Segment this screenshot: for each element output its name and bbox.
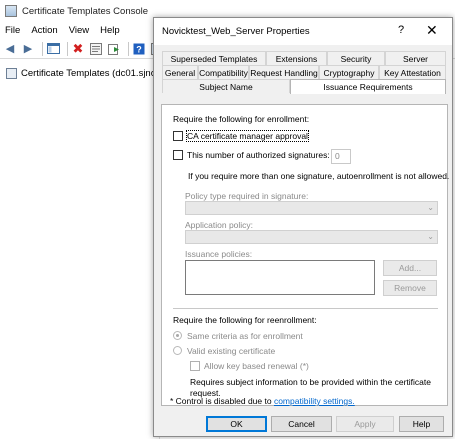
- section-divider: [173, 308, 438, 309]
- enrollment-heading: Require the following for enrollment:: [173, 114, 310, 124]
- tree-item-label: Certificate Templates (dc01.sjno: [21, 68, 156, 79]
- console-app-icon: [5, 5, 17, 17]
- close-icon[interactable]: ✕: [426, 22, 438, 39]
- requires-subject-line1: Requires subject information to be provi…: [190, 377, 431, 387]
- show-hide-console-tree-icon[interactable]: [46, 42, 60, 56]
- toolbar-separator: [67, 41, 68, 56]
- console-tree-pane: Certificate Templates (dc01.sjno: [0, 60, 160, 439]
- menu-file[interactable]: File: [5, 25, 20, 36]
- tab-cryptography[interactable]: Cryptography: [319, 65, 379, 79]
- properties-icon[interactable]: [89, 42, 103, 56]
- tree-item-certificate-templates[interactable]: Certificate Templates (dc01.sjno: [6, 68, 156, 79]
- authorized-signatures-label[interactable]: This number of authorized signatures:: [187, 150, 330, 160]
- reenrollment-heading: Require the following for reenrollment:: [173, 315, 317, 325]
- tab-request-handling[interactable]: Request Handling: [249, 65, 319, 79]
- tab-row-1: Superseded Templates Extensions Security…: [162, 51, 446, 65]
- authorized-signatures-input[interactable]: 0: [331, 149, 351, 164]
- ca-approval-label[interactable]: CA certificate manager approval: [186, 130, 309, 142]
- key-renewal-checkbox[interactable]: [190, 361, 200, 371]
- certificate-templates-icon: [6, 68, 17, 79]
- application-policy-label: Application policy:: [185, 220, 254, 230]
- menu-view[interactable]: View: [69, 25, 89, 36]
- help-title-button[interactable]: ?: [398, 24, 404, 36]
- tab-general[interactable]: General: [162, 65, 198, 79]
- tab-issuance-requirements[interactable]: Issuance Requirements: [290, 79, 446, 94]
- chevron-down-icon: ⌄: [427, 232, 434, 241]
- disabled-note-text: * Control is disabled due to: [170, 396, 274, 406]
- issuance-requirements-page: Require the following for enrollment: CA…: [161, 104, 450, 406]
- tab-row-2: General Compatibility Request Handling C…: [162, 65, 446, 79]
- key-renewal-label[interactable]: Allow key based renewal (*): [204, 361, 309, 371]
- help-button[interactable]: Help: [399, 416, 444, 432]
- toolbar-separator: [42, 41, 43, 56]
- policy-type-dropdown[interactable]: ⌄: [185, 201, 438, 215]
- tab-key-attestation[interactable]: Key Attestation: [379, 65, 446, 79]
- issuance-policies-label: Issuance policies:: [185, 249, 253, 259]
- console-title: Certificate Templates Console: [22, 5, 149, 17]
- dialog-title: Novicktest_Web_Server Properties: [162, 26, 310, 37]
- ok-button[interactable]: OK: [206, 416, 267, 432]
- template-properties-dialog: Novicktest_Web_Server Properties ? ✕ Sup…: [153, 17, 453, 437]
- tab-extensions[interactable]: Extensions: [266, 51, 327, 65]
- issuance-policies-list[interactable]: [185, 260, 375, 295]
- help-icon[interactable]: ?: [132, 42, 146, 56]
- policy-type-label: Policy type required in signature:: [185, 191, 309, 201]
- apply-button[interactable]: Apply: [336, 416, 394, 432]
- forward-arrow-icon[interactable]: ▶: [21, 42, 35, 56]
- same-criteria-label[interactable]: Same criteria as for enrollment: [187, 331, 303, 341]
- add-button[interactable]: Add...: [383, 260, 437, 276]
- compatibility-settings-link[interactable]: compatibility settings.: [274, 396, 355, 406]
- back-arrow-icon[interactable]: ◀: [3, 42, 17, 56]
- delete-icon[interactable]: ✖: [71, 41, 85, 56]
- menu-action[interactable]: Action: [31, 25, 57, 36]
- tab-row-3: Subject Name Issuance Requirements: [162, 79, 446, 94]
- cancel-button[interactable]: Cancel: [271, 416, 332, 432]
- menu-help[interactable]: Help: [100, 25, 120, 36]
- valid-certificate-radio[interactable]: [173, 346, 182, 355]
- dialog-title-bar: Novicktest_Web_Server Properties ? ✕: [154, 18, 452, 45]
- remove-button[interactable]: Remove: [383, 280, 437, 296]
- tab-security[interactable]: Security: [327, 51, 385, 65]
- toolbar-separator: [128, 41, 129, 56]
- chevron-down-icon: ⌄: [427, 203, 434, 212]
- tab-server[interactable]: Server: [385, 51, 446, 65]
- application-policy-dropdown[interactable]: ⌄: [185, 230, 438, 244]
- disabled-note: * Control is disabled due to compatibili…: [170, 396, 355, 406]
- valid-certificate-label[interactable]: Valid existing certificate: [187, 346, 275, 356]
- export-list-icon[interactable]: [107, 42, 121, 56]
- ca-approval-checkbox[interactable]: [173, 131, 183, 141]
- tab-compatibility[interactable]: Compatibility: [198, 65, 249, 79]
- svg-text:?: ?: [136, 44, 142, 54]
- signature-note: If you require more than one signature, …: [188, 171, 450, 181]
- tab-subject-name[interactable]: Subject Name: [162, 79, 290, 93]
- same-criteria-radio[interactable]: [173, 331, 182, 340]
- authorized-signatures-checkbox[interactable]: [173, 150, 183, 160]
- tab-superseded-templates[interactable]: Superseded Templates: [162, 51, 266, 65]
